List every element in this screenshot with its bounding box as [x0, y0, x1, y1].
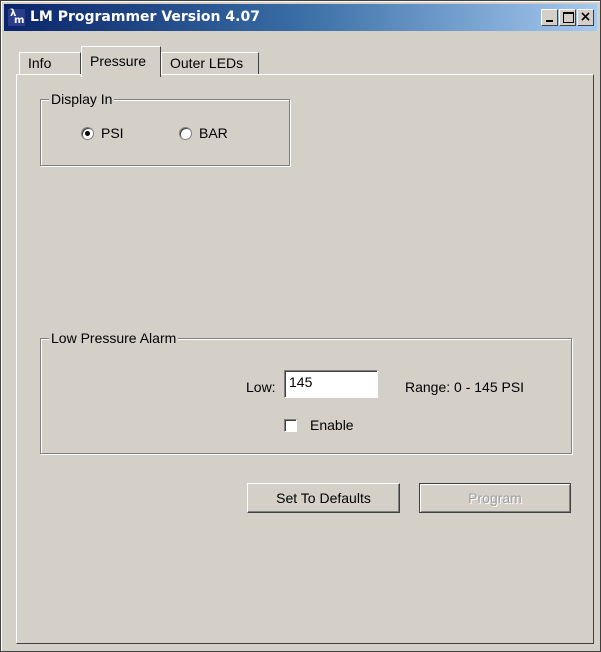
display-in-title: Display In [49, 91, 115, 107]
pressure-tab-panel: Display In PSI BAR Low Pressure Alarm Lo… [16, 74, 594, 644]
radio-selected-dot-icon [85, 131, 90, 136]
tab-outer-leds[interactable]: Outer LEDs [161, 52, 259, 74]
set-to-defaults-button[interactable]: Set To Defaults [247, 483, 400, 513]
bar-radio-label[interactable]: BAR [199, 125, 228, 141]
minimize-icon [546, 20, 553, 22]
psi-radio-label[interactable]: PSI [101, 125, 124, 141]
low-pressure-alarm-group: Low Pressure Alarm Low: 145 Range: 0 - 1… [40, 330, 572, 454]
close-button[interactable]: × [577, 9, 594, 26]
psi-radio-circle[interactable] [81, 127, 94, 140]
low-pressure-input[interactable]: 145 [284, 370, 378, 398]
app-icon-m: m [14, 15, 25, 26]
display-in-group: Display In PSI BAR [40, 91, 290, 166]
program-button-label: Program [468, 490, 522, 506]
range-label: Range: 0 - 145 PSI [405, 379, 525, 395]
enable-checkbox-label[interactable]: Enable [310, 417, 354, 433]
program-button[interactable]: Program [419, 483, 571, 513]
tab-pressure[interactable]: Pressure [81, 46, 161, 77]
bar-radio-circle[interactable] [179, 127, 192, 140]
tab-info[interactable]: Info [19, 52, 81, 74]
minimize-button[interactable] [541, 9, 558, 26]
title-bar[interactable]: λ m LM Programmer Version 4.07 × [4, 4, 597, 31]
enable-checkbox-box[interactable] [284, 419, 297, 432]
app-window: λ m LM Programmer Version 4.07 × Info Pr… [0, 0, 601, 652]
low-label: Low: [246, 379, 276, 395]
close-icon: × [579, 9, 592, 25]
maximize-button[interactable] [559, 9, 576, 26]
window-title: LM Programmer Version 4.07 [30, 9, 260, 25]
app-icon: λ m [8, 9, 25, 26]
low-pressure-alarm-title: Low Pressure Alarm [49, 330, 179, 346]
maximize-icon [563, 12, 574, 23]
